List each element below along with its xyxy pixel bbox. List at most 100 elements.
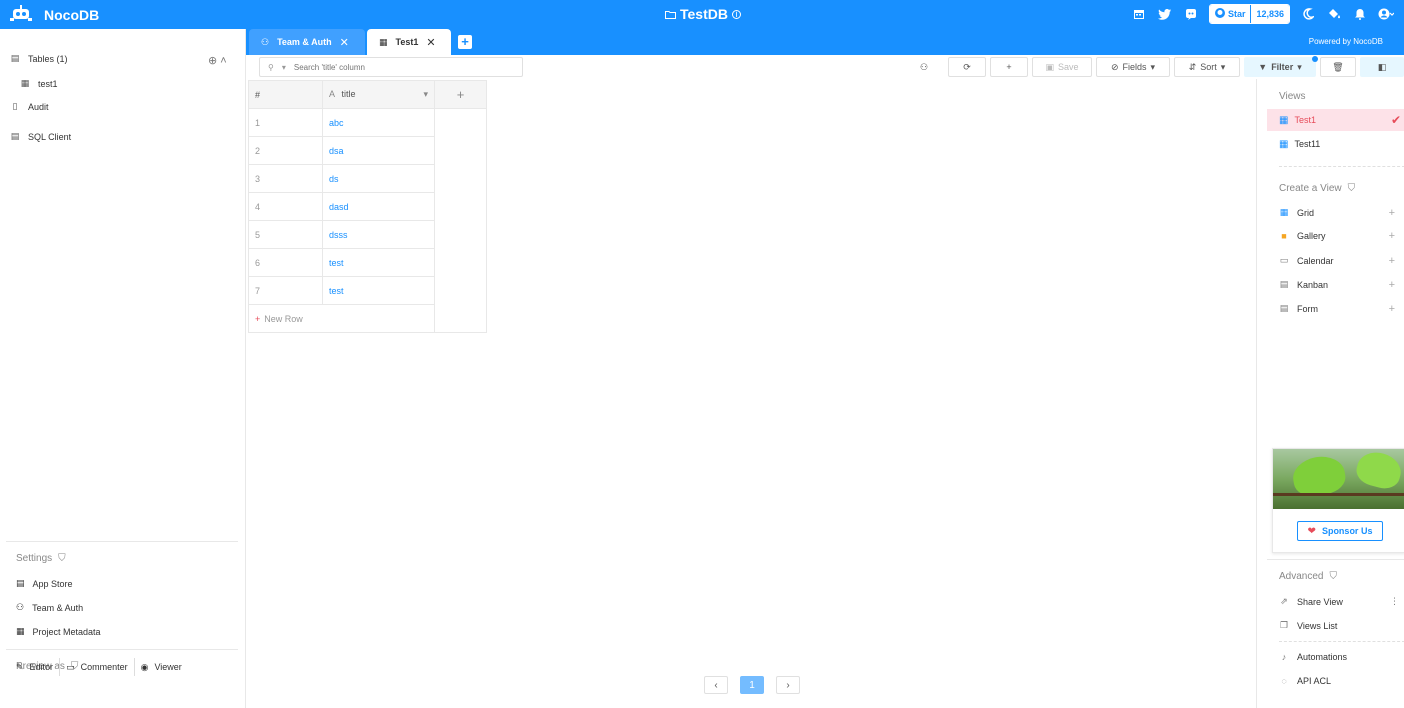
settings-item-project-metadata[interactable]: ▦ Project Metadata (16, 626, 101, 637)
settings-item-team-auth[interactable]: ⚇ Team & Auth (16, 602, 83, 613)
theme-moon-icon[interactable] (1300, 6, 1316, 22)
bell-icon[interactable] (1352, 6, 1368, 22)
heart-icon: ❤ (1307, 525, 1316, 537)
settings-item-app-store[interactable]: ▤ App Store (16, 578, 73, 589)
tab-test1[interactable]: ▦ Test1 ✕ (367, 29, 451, 55)
search-icon: ⚲ (268, 62, 274, 72)
paint-bucket-icon[interactable] (1326, 6, 1342, 22)
grid-icon: ▦ (1279, 207, 1289, 217)
current-page[interactable]: 1 (740, 676, 764, 694)
brand[interactable]: NocoDB (10, 4, 99, 25)
create-gallery-view[interactable]: ■ Gallery + (1279, 230, 1395, 242)
add-tab-button[interactable]: + (458, 35, 472, 49)
preview-viewer[interactable]: ◉ Viewer (135, 658, 188, 676)
app-name: NocoDB (44, 6, 100, 23)
reload-button[interactable]: ⟳ (948, 57, 986, 77)
add-row-button[interactable]: + (990, 57, 1028, 77)
sidebar-item-test1[interactable]: ▦ test1 (20, 78, 58, 89)
plus-icon[interactable]: + (1389, 303, 1395, 315)
grid-icon: ▦ (1279, 138, 1289, 150)
create-form-view[interactable]: ▤ Form + (1279, 303, 1395, 315)
star-count[interactable]: 12,836 (1250, 5, 1289, 23)
close-icon[interactable]: ✕ (426, 36, 435, 49)
more-vertical-icon[interactable]: ⋮ (1390, 596, 1399, 607)
sort-icon: ⇵ (1188, 61, 1197, 72)
account-icon[interactable] (1378, 6, 1394, 22)
new-row[interactable]: + New Row (248, 304, 487, 333)
plus-icon[interactable]: + (1389, 255, 1395, 267)
fields-button[interactable]: ⊘ Fields ▾ (1096, 57, 1170, 77)
table-row: 4 dasd (248, 192, 487, 221)
search-box[interactable]: ⚲ ▾ (259, 57, 523, 77)
settings-header: Settings ⛉ (16, 553, 66, 564)
text-type-icon: A (329, 89, 336, 99)
discord-icon[interactable] (1183, 6, 1199, 22)
team-icon: ⚇ (16, 602, 25, 612)
plus-icon[interactable]: + (1389, 230, 1395, 242)
table-row: 3 ds (248, 164, 487, 193)
share-users-icon[interactable]: ⚇ (914, 57, 934, 77)
share-view-item[interactable]: ⇗ Share View ⋮ (1279, 596, 1399, 607)
automations-item[interactable]: ♪ Automations (1279, 652, 1399, 662)
panel-icon: ◧ (1377, 61, 1387, 72)
toggle-panel-button[interactable]: ◧ (1360, 57, 1404, 77)
top-bar: NocoDB TestDB i Star 12,836 (0, 0, 1404, 29)
preview-commenter[interactable]: ▭ Commenter (60, 658, 135, 676)
chevron-down-icon[interactable]: ▾ (423, 89, 428, 100)
plus-icon[interactable]: + (1389, 207, 1395, 219)
form-icon: ▤ (1279, 303, 1289, 313)
add-column-button[interactable]: + (434, 80, 487, 109)
tab-team-auth[interactable]: ⚇ Team & Auth ✕ (249, 29, 365, 55)
filter-button[interactable]: ▼ Filter ▾ (1244, 57, 1316, 77)
save-button[interactable]: ▣ Save (1032, 57, 1092, 77)
tab-bar: ⚇ Team & Auth ✕ ▦ Test1 ✕ + Powered by N… (246, 29, 1404, 55)
plus-icon[interactable]: + (1389, 279, 1395, 291)
comment-icon: ▭ (66, 661, 75, 672)
grid-icon: ▦ (1279, 114, 1289, 126)
plus-icon: + (255, 313, 261, 324)
close-icon[interactable]: ✕ (340, 36, 349, 49)
copy-icon: ❐ (1279, 620, 1289, 630)
calendar-icon[interactable] (1131, 6, 1147, 22)
prev-page-button[interactable]: ‹ (704, 676, 728, 694)
create-grid-view[interactable]: ▦ Grid + (1279, 207, 1395, 219)
preview-editor[interactable]: ✎ Editor (16, 658, 61, 676)
filter-icon: ▼ (1258, 62, 1268, 72)
search-input[interactable] (293, 62, 494, 72)
col-header-title[interactable]: A title ▾ (322, 80, 435, 109)
powered-by[interactable]: Powered by NocoDB (1309, 37, 1383, 46)
sidebar-tables-header[interactable]: ▤ Tables (1) (10, 53, 68, 64)
view-item-test11[interactable]: ▦ Test11 (1267, 133, 1404, 155)
info-icon[interactable]: i (731, 9, 741, 19)
metadata-icon: ▦ (16, 626, 25, 636)
create-view-header: Create a View ⛉ (1279, 183, 1356, 194)
api-acl-item[interactable]: ◌ API ACL (1279, 676, 1399, 686)
sort-button[interactable]: ⇵ Sort ▾ (1174, 57, 1240, 77)
sponsor-button[interactable]: ❤ Sponsor Us (1297, 521, 1383, 541)
next-page-button[interactable]: › (776, 676, 800, 694)
search-field-dropdown[interactable]: ▾ (282, 63, 286, 72)
sidebar-divider (6, 649, 238, 650)
create-kanban-view[interactable]: ▤ Kanban + (1279, 279, 1395, 291)
views-list-item[interactable]: ❐ Views List (1279, 620, 1399, 631)
project-title[interactable]: TestDB i (665, 6, 741, 22)
grid-icon: ▦ (379, 36, 388, 47)
github-star-button[interactable]: Star 12,836 (1208, 4, 1290, 24)
shield-icon: ⛉ (1347, 183, 1356, 194)
data-grid: # A title ▾ + 1 abc 2 dsa 3 ds 4 dasd 5 dsss … (248, 80, 487, 333)
gallery-icon: ■ (1281, 231, 1287, 241)
delete-button[interactable]: 🗑 (1320, 57, 1356, 77)
eye-off-icon: ⊘ (1110, 61, 1119, 72)
chevron-down-icon: ▾ (1220, 61, 1226, 72)
table-row: 6 test (248, 248, 487, 277)
chevron-down-icon: ▾ (1150, 61, 1156, 72)
create-calendar-view[interactable]: ▭ Calendar + (1279, 255, 1395, 267)
add-table-icon[interactable]: ⊕ ˄ (208, 54, 227, 67)
sidebar-item-sql-client[interactable]: ▤ SQL Client (10, 131, 71, 142)
table-icon: ▤ (10, 53, 20, 63)
view-item-test1[interactable]: ▦ Test1 ✔ (1267, 109, 1404, 131)
twitter-icon[interactable] (1157, 6, 1173, 22)
store-icon: ▤ (16, 578, 25, 588)
sidebar-item-audit[interactable]: ▯ Audit (10, 101, 49, 112)
top-icons: Star 12,836 (1131, 4, 1394, 24)
